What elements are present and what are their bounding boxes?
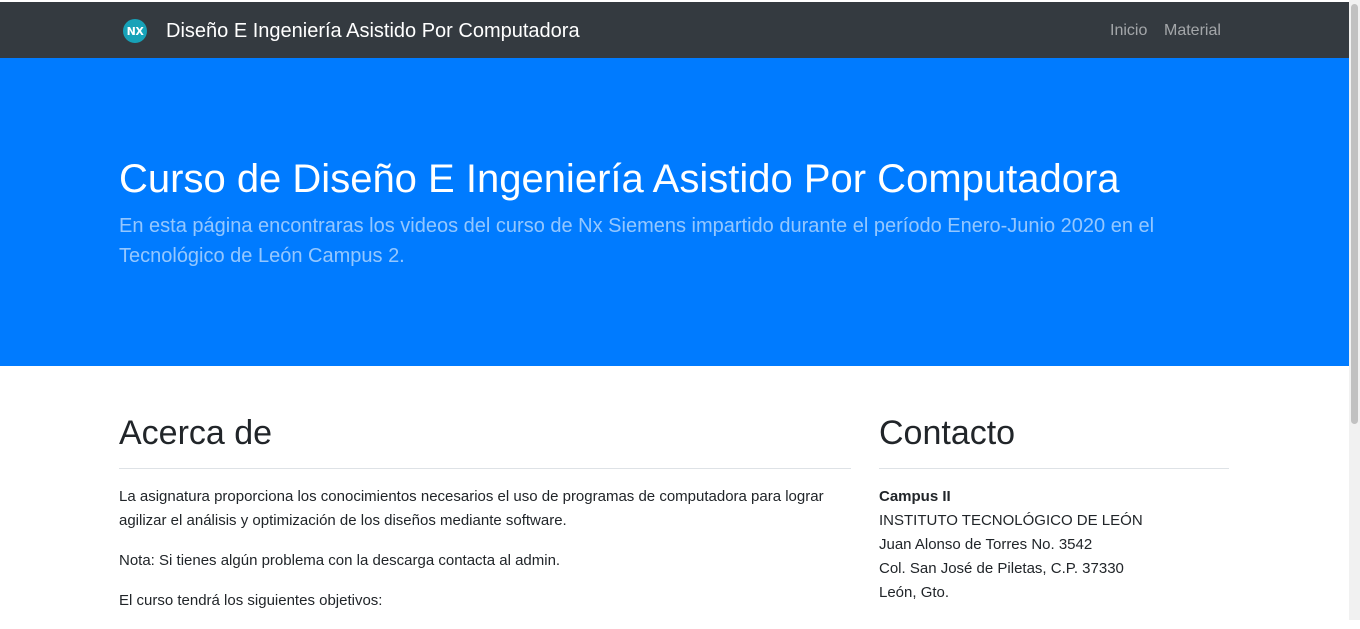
address-line: Juan Alonso de Torres No. 3542 <box>879 536 1093 553</box>
about-section: Acerca de La asignatura proporciona los … <box>119 410 851 629</box>
about-title: Acerca de <box>119 414 273 452</box>
vertical-scrollbar[interactable] <box>1349 0 1360 620</box>
hero-lead: En esta página encontraras los videos de… <box>119 215 1155 267</box>
address-line: Col. San José de Piletas, C.P. 37330 <box>879 560 1124 577</box>
address-line: León, Gto. <box>879 584 950 601</box>
hero-title: Curso de Diseño E Ingeniería Asistido Po… <box>119 157 1120 201</box>
contact-title: Contacto <box>879 414 1016 452</box>
address-line: INSTITUTO TECNOLÓGICO DE LEÓN <box>879 512 1143 529</box>
scrollbar-thumb[interactable] <box>1351 4 1358 424</box>
about-divider <box>119 468 851 469</box>
about-note: Nota: Si tienes algún problema con la de… <box>119 552 561 569</box>
about-objectives-intro: El curso tendrá los siguientes objetivos… <box>119 592 383 609</box>
about-paragraph-1: La asignatura proporciona los conocimien… <box>119 488 824 529</box>
hero-jumbotron: Curso de Diseño E Ingeniería Asistido Po… <box>0 58 1349 366</box>
nav-link-material[interactable]: Material <box>1164 21 1221 41</box>
brand-title[interactable]: Diseño E Ingeniería Asistido Por Computa… <box>166 19 580 43</box>
contact-section: Contacto Campus II INSTITUTO TECNOLÓGICO… <box>879 410 1229 605</box>
navbar: NX Diseño E Ingeniería Asistido Por Comp… <box>0 2 1349 58</box>
contact-divider <box>879 468 1229 469</box>
contact-address: Campus II INSTITUTO TECNOLÓGICO DE LEÓN … <box>879 485 1229 605</box>
nx-logo-icon[interactable]: NX <box>123 19 147 43</box>
nav-link-inicio[interactable]: Inicio <box>1110 21 1147 41</box>
campus-name: Campus II <box>879 488 951 505</box>
